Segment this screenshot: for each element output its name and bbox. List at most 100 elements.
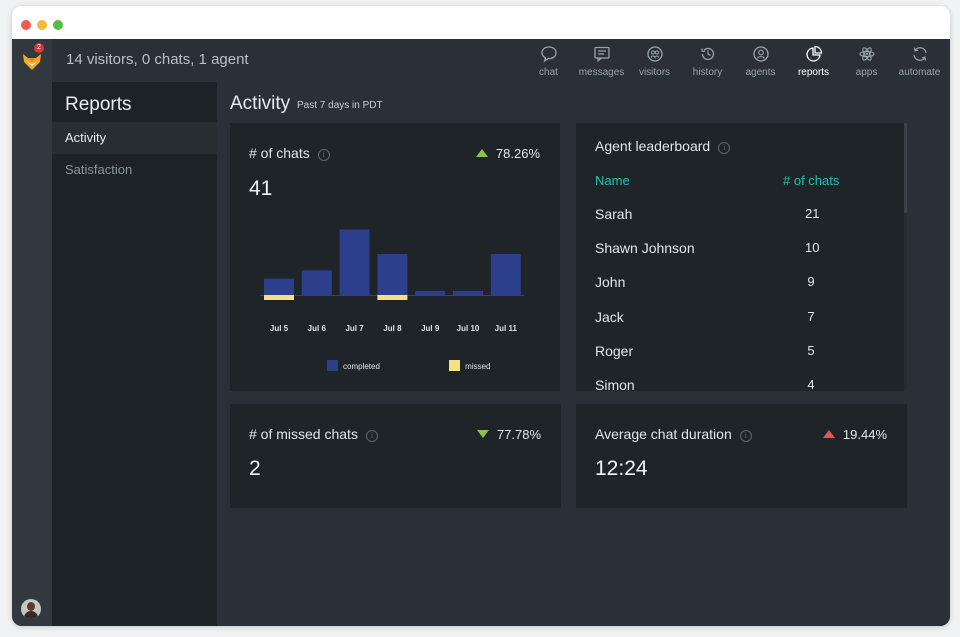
window-titlebar bbox=[12, 6, 950, 39]
history-icon bbox=[701, 47, 715, 61]
table-row[interactable]: Jack 7 bbox=[595, 309, 895, 343]
table-row[interactable]: John 9 bbox=[595, 274, 895, 308]
bar-completed[interactable] bbox=[453, 290, 483, 295]
table-row[interactable]: Simon 4 bbox=[595, 377, 895, 391]
legend-label-completed: completed bbox=[343, 362, 380, 371]
info-icon[interactable]: i bbox=[718, 142, 731, 154]
bar-completed[interactable] bbox=[415, 290, 446, 295]
leaderboard-card: Agent leaderboard i Name # of chats Sarah… bbox=[576, 123, 907, 391]
x-tick-label: Jul 5 bbox=[270, 324, 289, 333]
agent-chat-count: 9 bbox=[807, 274, 815, 290]
duration-delta: 19.44% bbox=[822, 427, 887, 442]
notification-badge: 2 bbox=[34, 43, 44, 53]
nav-reports-label: reports bbox=[797, 67, 830, 78]
missed-count: 2 bbox=[249, 457, 261, 480]
x-tick-label: Jul 7 bbox=[345, 324, 364, 333]
nav-automate-label: automate bbox=[898, 67, 941, 78]
chart-legend: completed missed bbox=[327, 360, 491, 372]
average-duration: 12:24 bbox=[595, 457, 648, 480]
bar-missed[interactable] bbox=[377, 295, 408, 300]
nav-messages-label: messages bbox=[578, 67, 625, 78]
nav-apps-label: apps bbox=[855, 67, 878, 78]
duration-card-title: Average chat duration i bbox=[595, 426, 752, 442]
nav-agents-label: agents bbox=[745, 67, 776, 78]
agent-chat-count: 21 bbox=[805, 206, 820, 221]
agent-name: Jack bbox=[595, 308, 624, 325]
agent-name: Roger bbox=[595, 342, 634, 359]
column-header-name[interactable]: Name bbox=[595, 173, 630, 188]
top-nav: chat messages visitors history agents re… bbox=[522, 39, 946, 82]
table-row[interactable]: Roger 5 bbox=[595, 343, 895, 377]
messages-icon bbox=[594, 46, 610, 63]
app-body: 2 14 visitors, 0 chats, 1 agent chat mes… bbox=[12, 39, 950, 626]
info-icon[interactable]: i bbox=[739, 430, 752, 442]
top-bar: 14 visitors, 0 chats, 1 agent chat messa… bbox=[52, 39, 950, 82]
sidebar-item-activity[interactable]: Activity bbox=[52, 122, 217, 154]
arrow-up-icon bbox=[822, 430, 835, 438]
leaderboard-title-text: Agent leaderboard bbox=[595, 138, 711, 154]
duration-delta-value: 19.44% bbox=[842, 427, 887, 442]
agent-name: John bbox=[595, 274, 626, 291]
missed-card-title: # of missed chats i bbox=[249, 426, 378, 442]
reports-icon bbox=[806, 45, 823, 62]
page-title: Activity bbox=[230, 93, 291, 114]
chats-bar-chart: Jul 5 Jul 6 Jul 7 Jul 8 Jul 9 Jul 10 Jul 11 bbox=[260, 229, 524, 333]
nav-visitors[interactable]: visitors bbox=[628, 39, 681, 82]
main-content: Activity Past 7 days in PDT # of chats i … bbox=[217, 82, 950, 626]
legend-label-missed: missed bbox=[465, 362, 491, 371]
nav-visitors-label: visitors bbox=[638, 67, 671, 78]
sidebar-item-satisfaction[interactable]: Satisfaction bbox=[52, 154, 217, 186]
agent-name: Sarah bbox=[595, 206, 633, 222]
maximize-window-button[interactable] bbox=[53, 20, 63, 30]
bar-completed[interactable] bbox=[490, 254, 521, 295]
avatar[interactable] bbox=[21, 599, 41, 619]
agent-chat-count: 10 bbox=[805, 240, 820, 256]
leaderboard-title: Agent leaderboard i bbox=[595, 138, 731, 154]
info-icon[interactable]: i bbox=[365, 430, 378, 442]
close-window-button[interactable] bbox=[21, 20, 31, 30]
x-tick-label: Jul 10 bbox=[457, 324, 480, 333]
date-range-label: Past 7 days in PDT bbox=[297, 100, 383, 111]
column-header-chats[interactable]: # of chats bbox=[783, 173, 839, 188]
missed-delta: 77.78% bbox=[476, 427, 541, 442]
chats-card: # of chats i 78.26% 41 Jul 5 Jul 6 Jul 7 Jul… bbox=[230, 123, 560, 391]
legend-swatch-missed bbox=[449, 360, 461, 371]
nav-chat-label: chat bbox=[539, 67, 558, 78]
bar-completed[interactable] bbox=[264, 278, 294, 295]
bar-missed[interactable] bbox=[264, 295, 294, 300]
chat-icon bbox=[541, 46, 557, 63]
missed-card-title-text: # of missed chats bbox=[249, 426, 358, 442]
table-row[interactable]: Sarah 21 bbox=[595, 206, 895, 240]
scrollbar-thumb[interactable] bbox=[904, 123, 907, 213]
nav-automate[interactable]: automate bbox=[893, 39, 946, 82]
agents-icon bbox=[753, 46, 769, 62]
nav-history-label: history bbox=[692, 67, 723, 78]
table-row[interactable]: Shawn Johnson 10 bbox=[595, 240, 895, 274]
nav-messages[interactable]: messages bbox=[575, 39, 628, 82]
x-tick-label: Jul 9 bbox=[421, 324, 440, 333]
x-tick-label: Jul 8 bbox=[383, 324, 402, 333]
minimize-window-button[interactable] bbox=[37, 20, 47, 30]
nav-reports[interactable]: reports bbox=[787, 39, 840, 82]
agent-name: Simon bbox=[595, 377, 635, 391]
agent-name: Shawn Johnson bbox=[595, 240, 695, 257]
nav-agents[interactable]: agents bbox=[734, 39, 787, 82]
sidebar-title: Reports bbox=[65, 94, 132, 115]
left-rail: 2 bbox=[12, 39, 52, 626]
apps-icon bbox=[859, 47, 875, 61]
nav-chat[interactable]: chat bbox=[522, 39, 575, 82]
automate-icon bbox=[913, 47, 927, 61]
nav-apps[interactable]: apps bbox=[840, 39, 893, 82]
nav-history[interactable]: history bbox=[681, 39, 734, 82]
bar-completed[interactable] bbox=[301, 270, 332, 295]
app-window: 2 14 visitors, 0 chats, 1 agent chat mes… bbox=[12, 6, 950, 626]
legend-swatch-completed bbox=[327, 360, 338, 371]
bar-completed[interactable] bbox=[377, 254, 408, 295]
visitors-icon bbox=[647, 46, 663, 62]
duration-card: Average chat duration i 19.44% 12:24 bbox=[576, 404, 907, 508]
missed-delta-value: 77.78% bbox=[496, 427, 541, 442]
bar-completed[interactable] bbox=[339, 229, 370, 295]
agent-chat-count: 4 bbox=[807, 377, 815, 391]
duration-card-title-text: Average chat duration bbox=[595, 426, 732, 442]
x-tick-label: Jul 6 bbox=[308, 324, 327, 333]
